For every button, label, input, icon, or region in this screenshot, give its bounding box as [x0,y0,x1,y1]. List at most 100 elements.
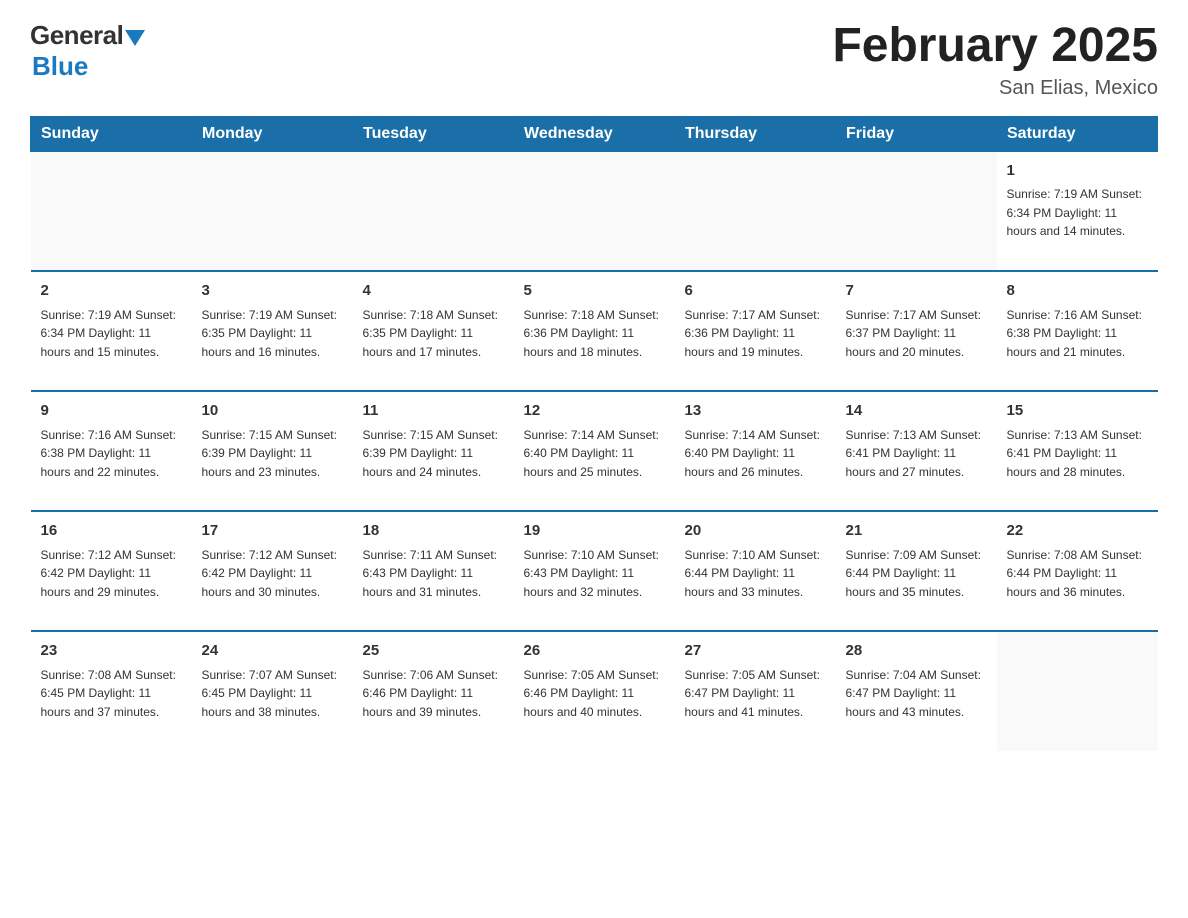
day-info: Sunrise: 7:13 AM Sunset: 6:41 PM Dayligh… [846,426,987,482]
day-info: Sunrise: 7:19 AM Sunset: 6:34 PM Dayligh… [41,306,182,362]
calendar-cell: 12Sunrise: 7:14 AM Sunset: 6:40 PM Dayli… [514,391,675,511]
calendar-cell: 14Sunrise: 7:13 AM Sunset: 6:41 PM Dayli… [836,391,997,511]
title-area: February 2025 San Elias, Mexico [832,20,1158,100]
day-info: Sunrise: 7:08 AM Sunset: 6:44 PM Dayligh… [1007,546,1148,602]
calendar-week-1: 1Sunrise: 7:19 AM Sunset: 6:34 PM Daylig… [31,151,1158,271]
calendar-week-3: 9 Sunrise: 7:16 AM Sunset: 6:38 PM Daylig… [31,391,1158,511]
day-info: Sunrise: 7:15 AM Sunset: 6:39 PM Dayligh… [363,426,504,482]
day-info: Sunrise: 7:07 AM Sunset: 6:45 PM Dayligh… [202,666,343,722]
location-subtitle: San Elias, Mexico [832,77,1158,100]
day-info: Sunrise: 7:18 AM Sunset: 6:35 PM Dayligh… [363,306,504,362]
calendar-cell: 10 Sunrise: 7:15 AM Sunset: 6:39 PM Dayli… [192,391,353,511]
day-number: 6 [685,280,826,303]
calendar-cell: 17 Sunrise: 7:12 AM Sunset: 6:42 PM Dayli… [192,511,353,631]
day-info: Sunrise: 7:14 AM Sunset: 6:40 PM Dayligh… [685,426,826,482]
day-info: Sunrise: 7:12 AM Sunset: 6:42 PM Dayligh… [202,546,343,602]
day-number: 11 [363,400,504,423]
calendar-cell: 2 Sunrise: 7:19 AM Sunset: 6:34 PM Daylig… [31,271,192,391]
day-number: 8 [1007,280,1148,303]
calendar-cell: 9 Sunrise: 7:16 AM Sunset: 6:38 PM Daylig… [31,391,192,511]
col-tuesday: Tuesday [353,116,514,151]
calendar-cell [31,151,192,271]
day-info: Sunrise: 7:19 AM Sunset: 6:35 PM Dayligh… [202,306,343,362]
day-number: 23 [41,640,182,663]
month-title: February 2025 [832,20,1158,73]
day-info: Sunrise: 7:10 AM Sunset: 6:43 PM Dayligh… [524,546,665,602]
day-info: Sunrise: 7:10 AM Sunset: 6:44 PM Dayligh… [685,546,826,602]
day-number: 19 [524,520,665,543]
calendar-week-5: 23 Sunrise: 7:08 AM Sunset: 6:45 PM Dayli… [31,631,1158,751]
calendar-table: Sunday Monday Tuesday Wednesday Thursday… [30,116,1158,752]
day-info: Sunrise: 7:19 AM Sunset: 6:34 PM Dayligh… [1007,185,1148,241]
calendar-week-4: 16 Sunrise: 7:12 AM Sunset: 6:42 PM Dayli… [31,511,1158,631]
day-info: Sunrise: 7:04 AM Sunset: 6:47 PM Dayligh… [846,666,987,722]
day-info: Sunrise: 7:16 AM Sunset: 6:38 PM Dayligh… [41,426,182,482]
calendar-cell: 6 Sunrise: 7:17 AM Sunset: 6:36 PM Daylig… [675,271,836,391]
day-info: Sunrise: 7:15 AM Sunset: 6:39 PM Dayligh… [202,426,343,482]
day-number: 13 [685,400,826,423]
calendar-cell: 28 Sunrise: 7:04 AM Sunset: 6:47 PM Dayli… [836,631,997,751]
day-number: 15 [1007,400,1148,423]
day-number: 27 [685,640,826,663]
calendar-cell: 15Sunrise: 7:13 AM Sunset: 6:41 PM Dayli… [997,391,1158,511]
day-number: 28 [846,640,987,663]
day-number: 2 [41,280,182,303]
calendar-cell: 4Sunrise: 7:18 AM Sunset: 6:35 PM Daylig… [353,271,514,391]
col-monday: Monday [192,116,353,151]
calendar-cell: 23 Sunrise: 7:08 AM Sunset: 6:45 PM Dayli… [31,631,192,751]
day-number: 12 [524,400,665,423]
day-info: Sunrise: 7:12 AM Sunset: 6:42 PM Dayligh… [41,546,182,602]
calendar-week-2: 2 Sunrise: 7:19 AM Sunset: 6:34 PM Daylig… [31,271,1158,391]
day-number: 9 [41,400,182,423]
day-number: 1 [1007,160,1148,183]
calendar-cell: 3 Sunrise: 7:19 AM Sunset: 6:35 PM Daylig… [192,271,353,391]
col-saturday: Saturday [997,116,1158,151]
day-number: 7 [846,280,987,303]
day-info: Sunrise: 7:05 AM Sunset: 6:47 PM Dayligh… [685,666,826,722]
calendar-cell: 21 Sunrise: 7:09 AM Sunset: 6:44 PM Dayli… [836,511,997,631]
logo-arrow-icon [125,30,145,46]
day-info: Sunrise: 7:17 AM Sunset: 6:37 PM Dayligh… [846,306,987,362]
day-number: 16 [41,520,182,543]
col-wednesday: Wednesday [514,116,675,151]
calendar-cell: 26Sunrise: 7:05 AM Sunset: 6:46 PM Dayli… [514,631,675,751]
calendar-cell: 7 Sunrise: 7:17 AM Sunset: 6:37 PM Daylig… [836,271,997,391]
calendar-cell: 18Sunrise: 7:11 AM Sunset: 6:43 PM Dayli… [353,511,514,631]
col-friday: Friday [836,116,997,151]
day-number: 25 [363,640,504,663]
day-number: 21 [846,520,987,543]
day-info: Sunrise: 7:06 AM Sunset: 6:46 PM Dayligh… [363,666,504,722]
calendar-cell: 16 Sunrise: 7:12 AM Sunset: 6:42 PM Dayli… [31,511,192,631]
day-number: 24 [202,640,343,663]
day-number: 22 [1007,520,1148,543]
calendar-cell: 27 Sunrise: 7:05 AM Sunset: 6:47 PM Dayli… [675,631,836,751]
calendar-cell [836,151,997,271]
day-info: Sunrise: 7:11 AM Sunset: 6:43 PM Dayligh… [363,546,504,602]
day-info: Sunrise: 7:17 AM Sunset: 6:36 PM Dayligh… [685,306,826,362]
col-sunday: Sunday [31,116,192,151]
day-info: Sunrise: 7:09 AM Sunset: 6:44 PM Dayligh… [846,546,987,602]
day-info: Sunrise: 7:16 AM Sunset: 6:38 PM Dayligh… [1007,306,1148,362]
logo: General Blue [30,20,145,82]
day-number: 3 [202,280,343,303]
calendar-cell: 5Sunrise: 7:18 AM Sunset: 6:36 PM Daylig… [514,271,675,391]
calendar-cell: 22 Sunrise: 7:08 AM Sunset: 6:44 PM Dayli… [997,511,1158,631]
page-header: General Blue February 2025 San Elias, Me… [30,20,1158,100]
day-number: 20 [685,520,826,543]
calendar-cell: 11 Sunrise: 7:15 AM Sunset: 6:39 PM Dayli… [353,391,514,511]
calendar-cell [514,151,675,271]
logo-general-text: General [30,20,123,51]
day-info: Sunrise: 7:08 AM Sunset: 6:45 PM Dayligh… [41,666,182,722]
calendar-cell [353,151,514,271]
day-number: 17 [202,520,343,543]
col-thursday: Thursday [675,116,836,151]
logo-blue-text: Blue [32,51,88,82]
header-row: Sunday Monday Tuesday Wednesday Thursday… [31,116,1158,151]
calendar-cell: 25 Sunrise: 7:06 AM Sunset: 6:46 PM Dayli… [353,631,514,751]
day-number: 5 [524,280,665,303]
calendar-cell: 1Sunrise: 7:19 AM Sunset: 6:34 PM Daylig… [997,151,1158,271]
day-number: 26 [524,640,665,663]
calendar-cell [997,631,1158,751]
calendar-cell: 20 Sunrise: 7:10 AM Sunset: 6:44 PM Dayli… [675,511,836,631]
day-number: 10 [202,400,343,423]
